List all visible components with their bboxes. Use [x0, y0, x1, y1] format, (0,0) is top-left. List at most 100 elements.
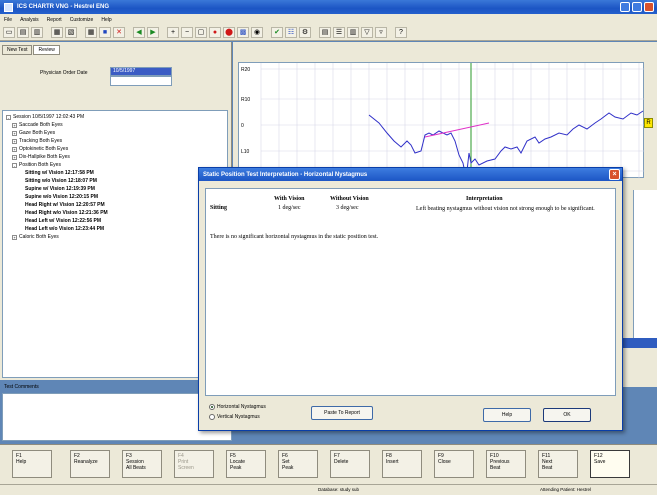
radio-horizontal-button[interactable] — [209, 404, 215, 410]
toolbar-separator — [161, 27, 165, 38]
collapse-icon[interactable]: - — [12, 162, 17, 168]
tree-item-label: Head Left w/ Vision 12:22:56 PM — [25, 218, 102, 224]
tab-new-test[interactable]: New Test — [2, 45, 33, 55]
function-key-f1[interactable]: F1 Help — [12, 450, 52, 478]
function-key-f8[interactable]: F8 Insert — [382, 450, 422, 478]
fit-icon[interactable]: ▢ — [195, 27, 207, 38]
help-button[interactable]: Help — [483, 408, 531, 422]
print-icon[interactable]: ▥ — [31, 27, 43, 38]
header-with-vision: With Vision — [274, 196, 305, 202]
eye-trace-graph[interactable]: R20R100L10L20 — [238, 62, 645, 179]
open-icon[interactable]: ▤ — [17, 27, 29, 38]
tree-item[interactable]: Head Left w/ Vision 12:22:56 PM — [6, 217, 224, 225]
arrow-left-icon[interactable]: ◀ — [133, 27, 145, 38]
menu-analysis[interactable]: Analysis — [20, 17, 39, 23]
minimize-button[interactable] — [620, 2, 630, 12]
function-key-f6[interactable]: F6 Set Peak — [278, 450, 318, 478]
collapse-icon[interactable]: - — [6, 114, 11, 120]
order-date-field[interactable]: 10/5/1997 — [110, 67, 172, 76]
function-key-f11[interactable]: F11 Next Beat — [538, 450, 578, 478]
close-button[interactable] — [644, 2, 654, 12]
expand-icon[interactable]: + — [12, 154, 17, 160]
layout2-icon[interactable]: ▧ — [65, 27, 77, 38]
function-key-f3[interactable]: F3 Session All Beats — [122, 450, 162, 478]
tree-item[interactable]: Supine w/ Vision 12:19:39 PM — [6, 185, 224, 193]
function-key-f4[interactable]: F4 Print Screen — [174, 450, 214, 478]
session-tree[interactable]: - Session 10/5/1997 12:02:43 PM + Saccade B… — [2, 110, 228, 378]
radio-vertical-button[interactable] — [209, 414, 215, 420]
tree-item[interactable]: Head Right w/o Vision 12:21:36 PM — [6, 209, 224, 217]
tree-item[interactable]: + Caloric Both Eyes — [6, 233, 224, 241]
expand-icon[interactable]: + — [12, 138, 17, 144]
zoom-in-icon[interactable]: + — [167, 27, 179, 38]
delete-icon[interactable]: ✕ — [113, 27, 125, 38]
columns-icon[interactable]: ▥ — [347, 27, 359, 38]
dialog-close-icon[interactable]: × — [609, 169, 620, 180]
right-eye-marker[interactable]: R — [644, 118, 653, 128]
radio-vertical[interactable]: Vertical Nystagmus — [209, 414, 260, 420]
y-tick-label: 0 — [241, 123, 244, 129]
row-interpretation: Left beating nystagmus without vision no… — [416, 206, 595, 212]
list-icon[interactable]: ☰ — [333, 27, 345, 38]
eye-trace-svg: R20R100L10L20 — [241, 63, 645, 179]
analyze-icon[interactable]: ✔ — [271, 27, 283, 38]
ok-button[interactable]: OK — [543, 408, 591, 422]
tree-item[interactable]: + Optokinetic Both Eyes — [6, 145, 224, 153]
eye-icon[interactable]: ◉ — [251, 27, 263, 38]
tree-item-label: Session 10/5/1997 12:02:43 PM — [13, 114, 85, 120]
filter-icon[interactable]: ▽ — [361, 27, 373, 38]
function-key-f5[interactable]: F5 Locate Peak — [226, 450, 266, 478]
radio-horizontal[interactable]: Horizontal Nystagmus — [209, 404, 266, 410]
panel-tabs: New Test Review — [2, 45, 60, 55]
function-key-f2[interactable]: F2 Reanalyze — [70, 450, 110, 478]
tab-review[interactable]: Review — [33, 45, 60, 55]
tree-item[interactable]: - Position Both Eyes — [6, 161, 224, 169]
menu-bar: File Analysis Report Customize Help — [0, 14, 657, 25]
menu-report[interactable]: Report — [47, 17, 62, 23]
tree-item[interactable]: + Tracking Both Eyes — [6, 137, 224, 145]
expand-icon[interactable]: + — [12, 146, 17, 152]
radio-vertical-label: Vertical Nystagmus — [217, 414, 260, 420]
tree-item-label: Head Right w/o Vision 12:21:36 PM — [25, 210, 108, 216]
tree-item[interactable]: Sitting w/ Vision 12:17:58 PM — [6, 169, 224, 177]
zoom-out-icon[interactable]: − — [181, 27, 193, 38]
tree-item[interactable]: - Session 10/5/1997 12:02:43 PM — [6, 113, 224, 121]
expand-icon[interactable]: + — [12, 122, 17, 128]
record-icon[interactable]: ● — [209, 27, 221, 38]
help-icon[interactable]: ? — [395, 27, 407, 38]
new-icon[interactable]: ▭ — [3, 27, 15, 38]
paste-to-report-button[interactable]: Paste To Report — [311, 406, 373, 420]
function-key-label: Reanalyze — [74, 459, 98, 465]
tree-item[interactable]: Head Right w/ Vision 12:20:57 PM — [6, 201, 224, 209]
tree-item[interactable]: Head Left w/o Vision 12:23:44 PM — [6, 225, 224, 233]
function-key-f7[interactable]: F7 Delete — [330, 450, 370, 478]
status-database: Database: study sub — [318, 487, 360, 492]
layout-icon[interactable]: ▦ — [51, 27, 63, 38]
table-icon[interactable]: ☷ — [285, 27, 297, 38]
expand-icon[interactable]: + — [12, 234, 17, 240]
chart-icon[interactable]: ▩ — [237, 27, 249, 38]
order-date-extra-field[interactable] — [110, 76, 172, 86]
arrow-right-icon[interactable]: ▶ — [147, 27, 159, 38]
function-key-f9[interactable]: F9 Close — [434, 450, 474, 478]
maximize-button[interactable] — [632, 2, 642, 12]
save-icon[interactable]: ■ — [99, 27, 111, 38]
tree-item[interactable]: + Gaze Both Eyes — [6, 129, 224, 137]
stop-icon[interactable]: ⬤ — [223, 27, 235, 38]
report-icon[interactable]: ▤ — [319, 27, 331, 38]
options-icon[interactable]: ▿ — [375, 27, 387, 38]
function-key-f12[interactable]: F12 Save — [590, 450, 630, 478]
function-key-f10[interactable]: F10 Previous Beat — [486, 450, 526, 478]
grid-icon[interactable]: ▦ — [85, 27, 97, 38]
menu-customize[interactable]: Customize — [70, 17, 94, 23]
tree-item[interactable]: + Saccade Both Eyes — [6, 121, 224, 129]
tree-item[interactable]: + Dix-Hallpike Both Eyes — [6, 153, 224, 161]
menu-file[interactable]: File — [4, 17, 12, 23]
tree-item[interactable]: Supine w/o Vision 12:20:15 PM — [6, 193, 224, 201]
summary-text: There is no significant horizontal nysta… — [210, 234, 379, 240]
menu-help[interactable]: Help — [101, 17, 111, 23]
tree-item[interactable]: Sitting w/o Vision 12:18:07 PM — [6, 177, 224, 185]
function-key-label: Previous Beat — [490, 459, 510, 471]
settings-icon[interactable]: ⚙ — [299, 27, 311, 38]
expand-icon[interactable]: + — [12, 130, 17, 136]
